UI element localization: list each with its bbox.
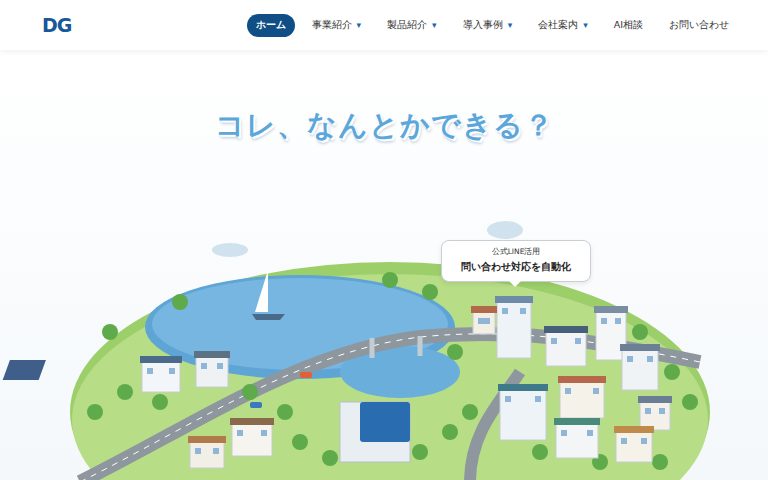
nav-item[interactable]: 会社案内▾ [529, 14, 597, 37]
nav-item[interactable]: 製品紹介▾ [378, 14, 446, 37]
hero: コレ、なんとかできる？ 公式LINE活用問い合わせ対応を自動化 [0, 50, 768, 480]
callout-title: 問い合わせ対応を自動化 [461, 261, 571, 274]
site-header: DG ホーム事業紹介▾ 製品紹介▾ 導入事例▾ 会社案内▾ AI相談お問い合わせ [0, 0, 768, 50]
nav-item[interactable]: お問い合わせ [660, 14, 738, 37]
main-nav: ホーム事業紹介▾ 製品紹介▾ 導入事例▾ 会社案内▾ AI相談お問い合わせ [247, 14, 738, 37]
town-illustration: 公式LINE活用問い合わせ対応を自動化 [0, 162, 768, 480]
callout-label: 公式LINE活用 [492, 247, 541, 257]
hero-headline: コレ、なんとかできる？ [215, 106, 554, 146]
page: DG ホーム事業紹介▾ 製品紹介▾ 導入事例▾ 会社案内▾ AI相談お問い合わせコレ、なん… [0, 0, 768, 480]
caret-icon: ▾ [432, 20, 437, 30]
caret-icon: ▾ [357, 20, 362, 30]
nav-item[interactable]: 事業紹介▾ [303, 14, 371, 37]
caret-icon: ▾ [583, 20, 588, 30]
nav-item[interactable]: AI相談 [605, 14, 652, 37]
logo[interactable]: DG [42, 14, 71, 36]
nav-item[interactable]: ホーム [247, 14, 295, 37]
caret-icon: ▾ [508, 20, 513, 30]
town-illustration-icon [0, 162, 768, 480]
feature-callout: 公式LINE活用問い合わせ対応を自動化 [441, 240, 591, 282]
nav-item[interactable]: 導入事例▾ [454, 14, 522, 37]
